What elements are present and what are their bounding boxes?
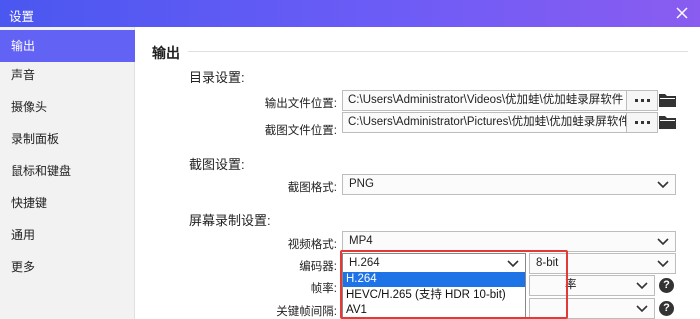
sidebar-item-camera[interactable]: 摄像头 [0,91,135,123]
section-title: 输出 [152,45,180,61]
sidebar-item-audio[interactable]: 声音 [0,59,135,91]
sidebar-item-recording-panel[interactable]: 录制面板 [0,123,135,155]
video-format-select[interactable]: MP4 [342,231,676,252]
chevron-down-icon [636,305,648,313]
framerate-help-icon[interactable]: ? [659,278,674,293]
title-bar: 设置 [0,0,700,27]
output-browse-button[interactable] [626,90,658,111]
folder-icon[interactable] [659,115,676,129]
screenshot-location-label: 截图文件位置: [264,125,337,137]
encoder-label: 编码器: [299,261,337,273]
keyframe-interval-label: 关键帧间隔: [276,306,337,318]
video-format-label: 视频格式: [287,239,337,251]
sidebar-item-more[interactable]: 更多 [0,251,135,283]
keyframe-help-icon[interactable]: ? [659,301,674,316]
screenshot-format-label: 截图格式: [287,182,337,194]
close-icon[interactable] [672,3,692,23]
chevron-down-icon [636,282,648,290]
recording-settings-heading: 屏幕录制设置: [189,213,271,228]
window-title: 设置 [9,10,35,24]
chevron-down-icon [657,260,669,268]
directory-settings-heading: 目录设置: [189,70,245,85]
sidebar: 输出 声音 摄像头 录制面板 鼠标和键盘 快捷键 通用 更多 [0,27,135,319]
screenshot-location-field[interactable]: C:\Users\Administrator\Pictures\优加蛙\优加蛙录… [342,112,627,133]
video-format-value: MP4 [349,235,373,247]
screenshot-format-value: PNG [349,178,374,190]
screenshot-browse-button[interactable] [626,112,658,133]
sidebar-item-shortcuts[interactable]: 快捷键 [0,187,135,219]
sidebar-item-general[interactable]: 通用 [0,219,135,251]
output-location-field[interactable]: C:\Users\Administrator\Videos\优加蛙\优加蛙录屏软… [342,90,627,111]
sidebar-item-output[interactable]: 输出 [0,30,135,62]
highlight-outline [340,250,568,319]
output-location-label: 输出文件位置: [264,98,337,110]
chevron-down-icon [657,238,669,246]
framerate-label: 帧率: [310,283,337,295]
folder-icon[interactable] [659,93,676,107]
chevron-down-icon [657,181,669,189]
sidebar-item-mouse-keyboard[interactable]: 鼠标和键盘 [0,155,135,187]
section-divider [188,51,688,52]
screenshot-settings-heading: 截图设置: [189,157,245,172]
screenshot-format-select[interactable]: PNG [342,174,676,195]
